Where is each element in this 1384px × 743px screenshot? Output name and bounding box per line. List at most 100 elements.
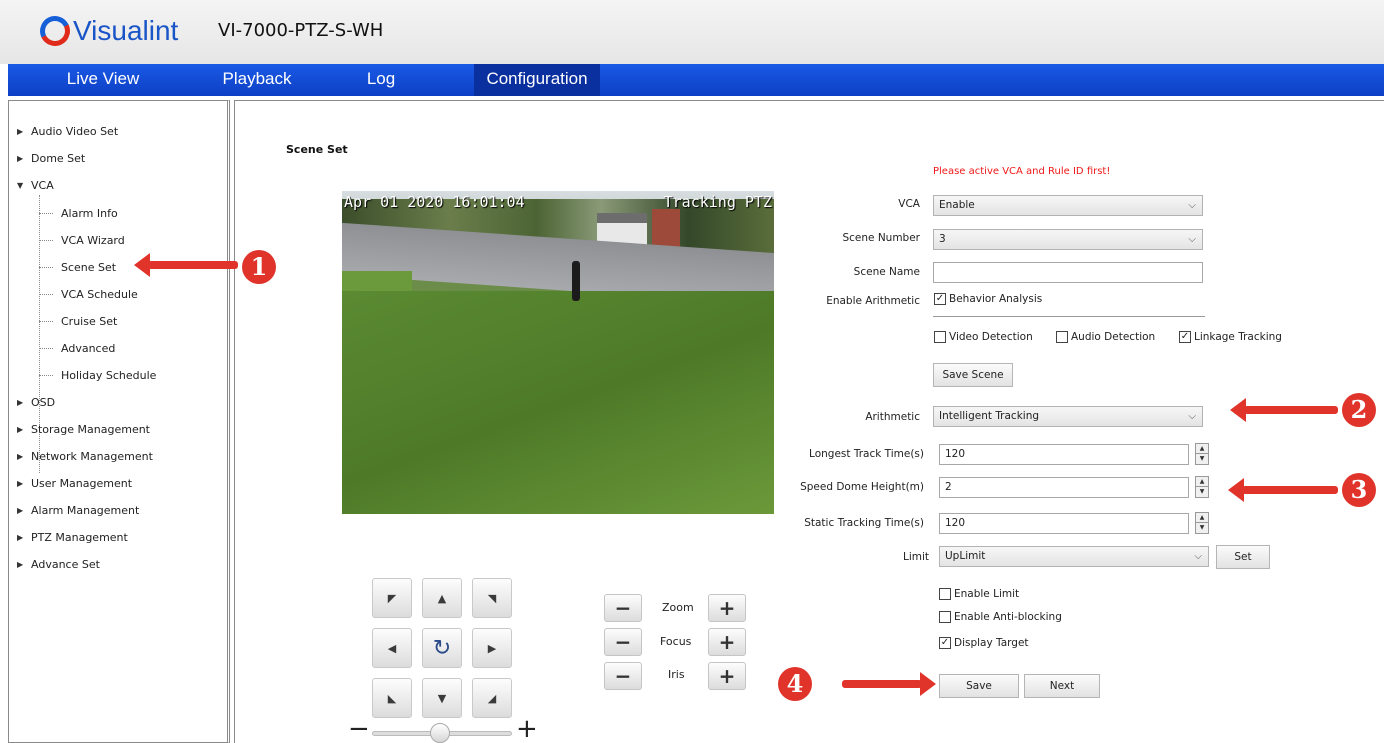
tree-advanced[interactable]: Advanced <box>61 340 115 356</box>
checkbox-checked-icon: ✓ <box>934 293 946 305</box>
zoom-in-button[interactable]: + <box>708 594 746 622</box>
minus-icon: − <box>614 630 632 654</box>
speed-minus-icon[interactable]: − <box>348 716 370 742</box>
tree-label: VCA <box>31 178 54 192</box>
ptz-auto-rotate-button[interactable]: ↻ <box>422 628 462 668</box>
ptz-down-button[interactable]: ▼ <box>422 678 462 718</box>
tree-network-management[interactable]: ▶ Network Management <box>17 448 153 464</box>
arithmetic-select[interactable]: Intelligent Tracking ⌵ <box>933 406 1203 427</box>
focus-far-button[interactable]: + <box>708 628 746 656</box>
enable-arithmetic-label: Enable Arithmetic <box>826 295 920 307</box>
tree-holiday-schedule[interactable]: Holiday Schedule <box>61 367 156 383</box>
ptz-speed-slider-handle[interactable] <box>430 723 450 743</box>
tree-ptz-management[interactable]: ▶ PTZ Management <box>17 529 128 545</box>
limit-label: Limit <box>902 551 929 563</box>
video-detection-checkbox[interactable]: Video Detection <box>934 331 1033 343</box>
display-target-checkbox[interactable]: ✓ Display Target <box>939 637 1029 649</box>
tree-dome-set[interactable]: ▶ Dome Set <box>17 150 85 166</box>
tree-branch <box>39 348 53 349</box>
spin-down-icon[interactable]: ▼ <box>1196 454 1208 464</box>
nav-playback[interactable]: Playback <box>188 64 326 96</box>
enable-anti-blocking-checkbox[interactable]: Enable Anti-blocking <box>939 611 1062 623</box>
video-timestamp: Apr 01 2020 16:01:04 <box>344 193 525 211</box>
tree-alarm-info[interactable]: Alarm Info <box>61 205 118 221</box>
tree-scene-set[interactable]: Scene Set <box>61 259 116 275</box>
behavior-analysis-checkbox[interactable]: ✓ Behavior Analysis <box>934 293 1042 305</box>
tree-user-management[interactable]: ▶ User Management <box>17 475 132 491</box>
static-tracking-input[interactable]: 120 <box>939 513 1189 534</box>
tree-alarm-management[interactable]: ▶ Alarm Management <box>17 502 139 518</box>
zoom-out-button[interactable]: − <box>604 594 642 622</box>
chevron-down-icon: ⌵ <box>1188 411 1196 422</box>
annotation-badge-3: 3 <box>1342 473 1376 507</box>
ptz-up-button[interactable]: ▲ <box>422 578 462 618</box>
spin-up-icon[interactable]: ▲ <box>1196 513 1208 523</box>
static-tracking-spinner[interactable]: ▲ ▼ <box>1195 512 1209 534</box>
video-tracked-person <box>572 261 580 301</box>
iris-close-button[interactable]: − <box>604 662 642 690</box>
nav-live-view[interactable]: Live View <box>8 64 198 96</box>
tree-osd[interactable]: ▶ OSD <box>17 394 55 410</box>
longest-track-spinner[interactable]: ▲ ▼ <box>1195 443 1209 465</box>
video-detection-label: Video Detection <box>949 331 1033 343</box>
zoom-label: Zoom <box>662 601 694 614</box>
vca-select[interactable]: Enable ⌵ <box>933 195 1203 216</box>
chevron-down-icon: ⌵ <box>1188 200 1196 211</box>
longest-track-input[interactable]: 120 <box>939 444 1189 465</box>
focus-near-button[interactable]: − <box>604 628 642 656</box>
tree-audio-video-set[interactable]: ▶ Audio Video Set <box>17 123 118 139</box>
ptz-up-left-button[interactable]: ◤ <box>372 578 412 618</box>
annotation-arrow-1 <box>134 253 238 277</box>
ptz-right-button[interactable]: ▶ <box>472 628 512 668</box>
arrow-down-left-icon: ◣ <box>387 691 397 705</box>
ptz-down-left-button[interactable]: ◣ <box>372 678 412 718</box>
next-button[interactable]: Next <box>1024 674 1100 698</box>
enable-anti-blocking-label: Enable Anti-blocking <box>954 611 1062 623</box>
tree-label: Alarm Management <box>31 503 140 517</box>
tree-branch <box>39 267 53 268</box>
ptz-left-button[interactable]: ◀ <box>372 628 412 668</box>
ptz-down-right-button[interactable]: ◢ <box>472 678 512 718</box>
set-limit-button[interactable]: Set <box>1216 545 1270 569</box>
static-tracking-label: Static Tracking Time(s) <box>804 517 924 529</box>
tree-vca-schedule[interactable]: VCA Schedule <box>61 286 138 302</box>
scene-name-input[interactable] <box>933 262 1203 283</box>
save-scene-button[interactable]: Save Scene <box>933 363 1013 387</box>
chevron-down-icon: ⌵ <box>1194 551 1202 562</box>
ptz-up-right-button[interactable]: ◥ <box>472 578 512 618</box>
enable-limit-checkbox[interactable]: Enable Limit <box>939 588 1019 600</box>
tree-storage-management[interactable]: ▶ Storage Management <box>17 421 150 437</box>
brand-logo: Visualint <box>35 11 178 51</box>
linkage-tracking-label: Linkage Tracking <box>1194 331 1282 343</box>
tree-advance-set[interactable]: ▶ Advance Set <box>17 556 100 572</box>
dome-height-input[interactable]: 2 <box>939 477 1189 498</box>
checkbox-empty-icon <box>939 611 951 623</box>
spin-down-icon[interactable]: ▼ <box>1196 523 1208 533</box>
nav-configuration[interactable]: Configuration <box>474 64 600 96</box>
arithmetic-value: Intelligent Tracking <box>939 410 1040 422</box>
spin-up-icon[interactable]: ▲ <box>1196 444 1208 454</box>
tree-label: User Management <box>31 476 133 490</box>
spin-down-icon[interactable]: ▼ <box>1196 487 1208 497</box>
limit-select[interactable]: UpLimit ⌵ <box>939 546 1209 567</box>
live-video-preview[interactable]: Apr 01 2020 16:01:04 Tracking PTZ <box>342 191 774 514</box>
warning-message: Please active VCA and Rule ID first! <box>933 166 1111 177</box>
plus-icon: + <box>718 596 736 620</box>
scene-number-select[interactable]: 3 ⌵ <box>933 229 1203 250</box>
enable-limit-label: Enable Limit <box>954 588 1020 600</box>
tree-cruise-set[interactable]: Cruise Set <box>61 313 117 329</box>
page-title: Scene Set <box>286 143 348 156</box>
speed-plus-icon[interactable]: + <box>516 716 538 742</box>
nav-log[interactable]: Log <box>320 64 442 96</box>
audio-detection-label: Audio Detection <box>1071 331 1156 343</box>
dome-height-spinner[interactable]: ▲ ▼ <box>1195 476 1209 498</box>
arrow-down-icon: ▼ <box>437 691 447 705</box>
tree-vca[interactable]: ▼ VCA <box>17 177 54 193</box>
linkage-tracking-checkbox[interactable]: ✓ Linkage Tracking <box>1179 331 1282 343</box>
spin-up-icon[interactable]: ▲ <box>1196 477 1208 487</box>
annotation-arrow-2 <box>1230 398 1338 422</box>
tree-vca-wizard[interactable]: VCA Wizard <box>61 232 125 248</box>
audio-detection-checkbox[interactable]: Audio Detection <box>1056 331 1155 343</box>
save-button[interactable]: Save <box>939 674 1019 698</box>
iris-open-button[interactable]: + <box>708 662 746 690</box>
